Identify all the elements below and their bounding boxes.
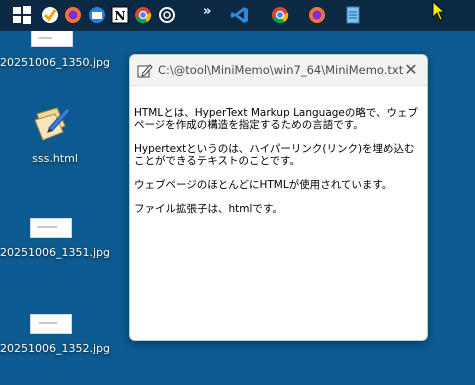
- desktop-file-label: 20251006_1351.jpg: [0, 246, 110, 259]
- firefox-icon[interactable]: [63, 5, 83, 25]
- image-thumbnail: [30, 314, 72, 334]
- desktop-file-20251006-1352[interactable]: 20251006_1352.jpg: [0, 314, 110, 359]
- memo-paragraph: HTMLとは、HyperText Markup Languageの略で、ウェブペ…: [134, 107, 418, 131]
- desktop-file-20251006-1350[interactable]: 20251006_1350.jpg: [0, 31, 110, 76]
- desktop-file-label: 20251006_1350.jpg: [0, 56, 110, 69]
- desktop-file-sss-html[interactable]: sss.html: [0, 100, 110, 168]
- notion-icon[interactable]: N: [110, 5, 130, 25]
- memo-edit-icon: [137, 63, 153, 78]
- memo-paragraph: ファイル拡張子は、htmlです。: [134, 203, 283, 215]
- window-title: C:\@tool\MiniMemo\win7_64\MiniMemo.txt: [158, 63, 404, 77]
- thunderbird-icon[interactable]: [87, 5, 107, 25]
- chrome-icon[interactable]: [270, 5, 290, 25]
- desktop-file-20251006-1351[interactable]: 20251006_1351.jpg: [0, 218, 110, 263]
- chrome-icon[interactable]: [133, 5, 153, 25]
- chatgpt-icon[interactable]: [157, 5, 177, 25]
- image-thumbnail: [30, 218, 72, 238]
- minimemo-window[interactable]: C:\@tool\MiniMemo\win7_64\MiniMemo.txt ✕…: [129, 54, 428, 341]
- firefox-icon[interactable]: [307, 5, 327, 25]
- windows-start-icon[interactable]: [12, 5, 32, 25]
- close-button[interactable]: ✕: [400, 60, 422, 80]
- title-bar[interactable]: C:\@tool\MiniMemo\win7_64\MiniMemo.txt ✕: [130, 55, 427, 86]
- desktop-file-label: 20251006_1352.jpg: [0, 342, 110, 355]
- mouse-cursor-icon: [432, 1, 446, 21]
- taskbar: N »: [0, 0, 475, 31]
- svg-text:N: N: [115, 9, 126, 23]
- vscode-icon[interactable]: [230, 5, 250, 25]
- image-thumbnail: [31, 31, 73, 47]
- memo-text-area[interactable]: HTMLとは、HyperText Markup Languageの略で、ウェブペ…: [134, 107, 422, 227]
- task-checker-icon[interactable]: [40, 5, 60, 25]
- memo-paragraph: Hypertextというのは、ハイパーリンク(リンク)を埋め込むことができるテキ…: [134, 143, 415, 167]
- html-file-icon: [31, 104, 71, 144]
- desktop-file-label: sss.html: [32, 152, 78, 165]
- overflow-chevron[interactable]: »: [203, 4, 211, 19]
- notepad-icon[interactable]: [343, 5, 363, 25]
- memo-paragraph: ウェブページのほとんどにHTMLが使用されています。: [134, 179, 393, 191]
